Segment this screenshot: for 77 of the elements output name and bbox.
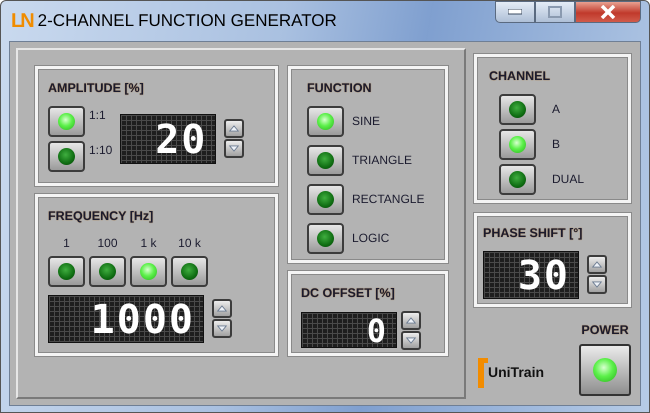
range-label: 1 k (139, 234, 158, 252)
close-button[interactable] (575, 1, 641, 23)
led-icon (58, 112, 75, 130)
spin-up-button[interactable] (401, 310, 421, 330)
range-label: 10 k (177, 234, 202, 252)
range-label: 1:1 (89, 106, 106, 124)
option-label: RECTANGLE (352, 191, 424, 208)
up-triangle-icon (216, 303, 228, 314)
spin-down-button[interactable] (587, 275, 607, 294)
close-icon (600, 5, 616, 19)
led-button[interactable] (307, 222, 344, 254)
down-triangle-icon (228, 143, 240, 154)
led-button[interactable] (307, 144, 344, 176)
group-title: DC OFFSET [%] (301, 285, 396, 302)
window-title: 2-CHANNEL FUNCTION GENERATOR (38, 10, 337, 32)
option-label: A (552, 101, 560, 118)
spin-down-button[interactable] (401, 330, 421, 350)
dot-matrix-display: 0 (301, 312, 397, 348)
maximize-icon (548, 6, 562, 18)
range-label: 100 (96, 234, 119, 252)
spin-up-button[interactable] (587, 255, 607, 274)
led-icon (593, 358, 617, 382)
led-button[interactable] (130, 256, 167, 287)
spin-down-button[interactable] (224, 139, 244, 158)
group-title: FUNCTION (307, 80, 373, 97)
led-icon (317, 230, 334, 247)
group-title: FREQUENCY [Hz] (48, 208, 154, 225)
maximize-button[interactable] (535, 1, 575, 23)
minimize-icon (508, 9, 522, 15)
led-icon (317, 152, 334, 169)
power-label: POWER (581, 322, 629, 339)
led-button[interactable] (499, 128, 536, 160)
range-label: 1 (62, 234, 71, 252)
option-label: DUAL (552, 171, 584, 188)
led-icon (58, 262, 75, 280)
spin-down-button[interactable] (212, 319, 232, 338)
led-icon (58, 148, 75, 165)
led-icon (509, 100, 526, 118)
led-icon (140, 262, 157, 280)
led-button[interactable] (171, 256, 208, 287)
led-button[interactable] (89, 256, 126, 287)
group-title: PHASE SHIFT [°] (483, 225, 584, 242)
led-icon (317, 190, 334, 208)
led-button[interactable] (48, 256, 85, 287)
option-label: SINE (352, 113, 380, 130)
brand-logo: UniTrain (476, 358, 544, 388)
option-label: TRIANGLE (352, 152, 412, 170)
option-label: B (552, 136, 560, 154)
led-button[interactable] (307, 184, 344, 215)
minimize-button[interactable] (495, 1, 535, 23)
led-button[interactable] (307, 106, 344, 137)
group-title: AMPLITUDE [%] (48, 80, 145, 97)
dot-matrix-display: 30 (483, 250, 579, 299)
led-button[interactable] (48, 106, 85, 137)
power-button[interactable] (579, 344, 631, 396)
led-button[interactable] (499, 164, 536, 195)
led-icon (99, 262, 116, 280)
led-icon (317, 112, 334, 130)
led-icon (181, 262, 198, 280)
down-triangle-icon (591, 279, 603, 290)
up-triangle-icon (591, 259, 603, 270)
led-icon (509, 136, 526, 153)
up-triangle-icon (405, 314, 417, 326)
spin-up-button[interactable] (224, 119, 244, 138)
up-triangle-icon (228, 123, 240, 134)
led-button[interactable] (48, 140, 85, 172)
dot-matrix-display: 1000 (48, 294, 204, 343)
led-icon (509, 170, 526, 188)
group-title: CHANNEL (489, 68, 552, 85)
option-label: LOGIC (352, 230, 390, 248)
dot-matrix-display: 20 (120, 114, 216, 164)
range-label: 1:10 (89, 142, 112, 159)
spin-up-button[interactable] (212, 299, 232, 318)
led-button[interactable] (499, 94, 536, 125)
down-triangle-icon (405, 334, 417, 346)
app-logo: LN (11, 11, 32, 31)
down-triangle-icon (216, 323, 228, 334)
